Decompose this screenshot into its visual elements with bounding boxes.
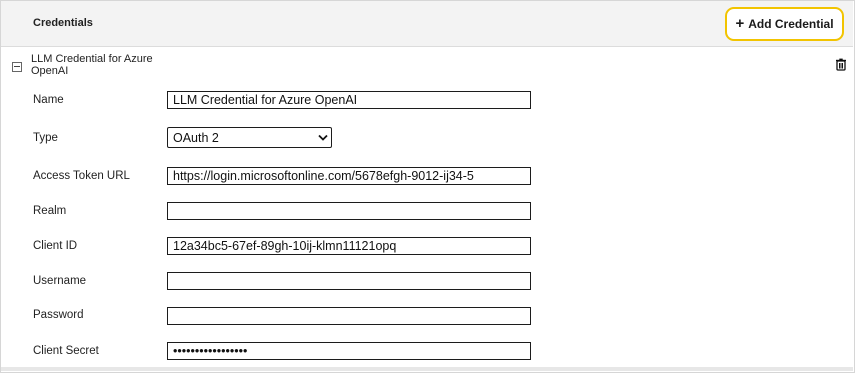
credential-title: LLM Credential for Azure OpenAI <box>31 53 153 77</box>
password-label: Password <box>33 309 84 321</box>
add-credential-button[interactable]: + Add Credential <box>725 7 844 41</box>
client-id-label: Client ID <box>33 240 78 252</box>
add-credential-label: Add Credential <box>748 17 834 31</box>
client-id-field[interactable] <box>167 237 531 255</box>
type-selected-value: OAuth 2 <box>173 130 219 145</box>
realm-field[interactable] <box>167 202 531 220</box>
plus-icon: + <box>735 15 745 32</box>
username-field[interactable] <box>167 272 531 290</box>
access-token-url-label: Access Token URL <box>33 170 130 182</box>
credential-section: LLM Credential for Azure OpenAI Name Typ… <box>1 47 853 371</box>
minus-box-icon[interactable] <box>12 62 22 72</box>
name-label: Name <box>33 94 64 106</box>
client-secret-field[interactable] <box>167 342 531 360</box>
name-field[interactable] <box>167 91 531 109</box>
trash-icon[interactable] <box>835 58 847 71</box>
realm-label: Realm <box>33 205 67 217</box>
panel-bottom-divider <box>1 367 853 371</box>
panel-title: Credentials <box>33 17 93 29</box>
client-secret-label: Client Secret <box>33 345 99 357</box>
password-field[interactable] <box>167 307 531 325</box>
credentials-header: Credentials + Add Credential <box>1 1 853 47</box>
type-select[interactable]: OAuth 2 <box>167 127 332 148</box>
chevron-down-icon <box>315 127 331 148</box>
username-label: Username <box>33 275 87 287</box>
type-label: Type <box>33 132 58 144</box>
access-token-url-field[interactable] <box>167 167 531 185</box>
